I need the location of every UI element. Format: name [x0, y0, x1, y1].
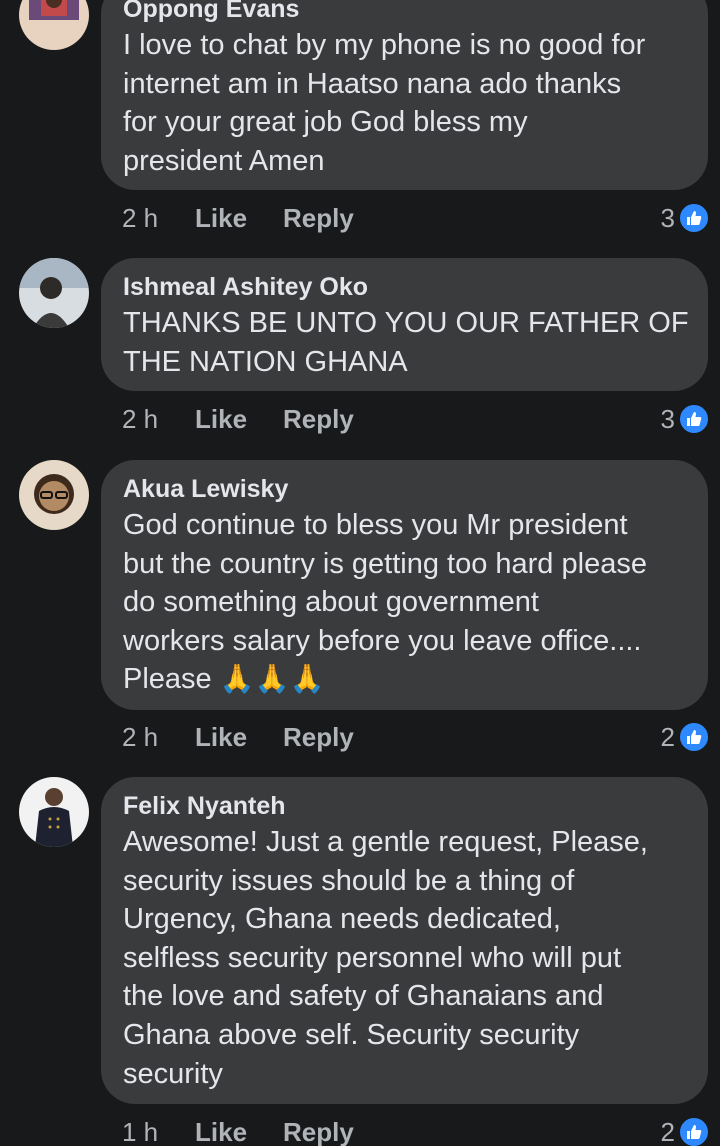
- comment-text: Awesome! Just a gentle request, Please, …: [123, 826, 648, 1090]
- reaction-summary[interactable]: 2: [661, 719, 710, 755]
- comment-author[interactable]: Ishmeal Ashitey Oko: [123, 272, 368, 302]
- reaction-summary[interactable]: 3: [661, 401, 710, 437]
- comment-text: God continue to bless you Mr president b…: [123, 506, 690, 699]
- avatar[interactable]: [19, 460, 89, 530]
- avatar-image: [19, 460, 89, 530]
- reply-button[interactable]: Reply: [283, 200, 354, 236]
- comment-bubble[interactable]: Felix Nyanteh Awesome! Just a gentle req…: [101, 777, 708, 1104]
- reply-button[interactable]: Reply: [283, 401, 354, 437]
- comment-timestamp[interactable]: 2 h: [122, 401, 158, 437]
- avatar[interactable]: [19, 777, 89, 847]
- comment-author[interactable]: Oppong Evans: [123, 0, 299, 24]
- comment-actions: 1 h Like Reply 2: [0, 1114, 720, 1146]
- reply-button[interactable]: Reply: [283, 1114, 354, 1146]
- like-button[interactable]: Like: [195, 401, 247, 437]
- reply-button[interactable]: Reply: [283, 719, 354, 755]
- avatar-image: [19, 0, 89, 50]
- comment-actions: 2 h Like Reply 2: [0, 719, 720, 755]
- like-button[interactable]: Like: [195, 719, 247, 755]
- avatar-image: [19, 777, 89, 847]
- comment-text-body: God continue to bless you Mr president b…: [123, 509, 647, 696]
- comment-author[interactable]: Felix Nyanteh: [123, 791, 286, 821]
- like-button[interactable]: Like: [195, 1114, 247, 1146]
- avatar-image: [19, 258, 89, 328]
- comment-bubble[interactable]: Ishmeal Ashitey Oko THANKS BE UNTO YOU O…: [101, 258, 708, 391]
- comment-timestamp[interactable]: 2 h: [122, 200, 158, 236]
- like-button[interactable]: Like: [195, 200, 247, 236]
- comment-timestamp[interactable]: 1 h: [122, 1114, 158, 1146]
- comment-actions: 2 h Like Reply 3: [0, 200, 720, 236]
- avatar[interactable]: [19, 0, 89, 50]
- reaction-summary[interactable]: 2: [661, 1114, 710, 1146]
- comment-text: I love to chat by my phone is no good fo…: [123, 29, 646, 177]
- praying-hands-emoji: 🙏🙏🙏: [219, 663, 325, 695]
- comment-author[interactable]: Akua Lewisky: [123, 474, 288, 504]
- comment-bubble[interactable]: Akua Lewisky God continue to bless you M…: [101, 460, 708, 710]
- comment-bubble[interactable]: Oppong Evans I love to chat by my phone …: [101, 0, 708, 190]
- comment-text: THANKS BE UNTO YOU OUR FATHER OF THE NAT…: [123, 307, 689, 378]
- thumbs-up-icon: [678, 1116, 710, 1146]
- reaction-count: 3: [660, 203, 675, 233]
- thumbs-up-icon: [678, 202, 710, 234]
- avatar[interactable]: [19, 258, 89, 328]
- comment-timestamp[interactable]: 2 h: [122, 719, 158, 755]
- thumbs-up-icon: [678, 403, 710, 435]
- reaction-count: 3: [660, 404, 675, 434]
- reaction-count: 2: [660, 722, 675, 752]
- comment-actions: 2 h Like Reply 3: [0, 401, 720, 437]
- reaction-summary[interactable]: 3: [661, 200, 710, 236]
- thumbs-up-icon: [678, 721, 710, 753]
- reaction-count: 2: [660, 1117, 675, 1146]
